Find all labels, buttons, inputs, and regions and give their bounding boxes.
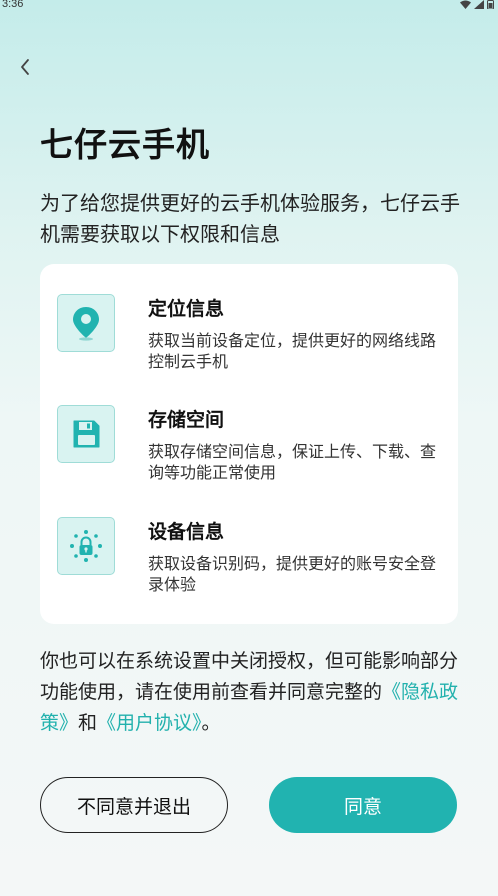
user-agreement-link[interactable]: 《用户协议》 xyxy=(97,712,202,734)
consent-text-and: 和 xyxy=(78,712,98,734)
permission-icon-box xyxy=(57,294,115,352)
agree-button[interactable]: 同意 xyxy=(269,777,457,833)
device-lock-icon xyxy=(70,530,102,562)
battery-icon xyxy=(487,0,494,9)
permission-desc: 获取当前设备定位，提供更好的网络线路控制云手机 xyxy=(148,331,437,371)
permission-title: 设备信息 xyxy=(148,521,225,543)
permission-item-location: 定位信息 获取当前设备定位，提供更好的网络线路控制云手机 xyxy=(57,264,437,371)
consent-text-end: 。 xyxy=(201,712,221,734)
signal-icon xyxy=(474,0,484,9)
permission-desc: 获取设备识别码，提供更好的账号安全登录体验 xyxy=(148,554,437,594)
page-title: 七仔云手机 xyxy=(40,125,210,164)
permission-item-device: 设备信息 获取设备识别码，提供更好的账号安全登录体验 xyxy=(57,487,437,594)
disagree-exit-button[interactable]: 不同意并退出 xyxy=(40,777,228,833)
consent-text: 你也可以在系统设置中关闭授权，但可能影响部分功能使用，请在使用前查看并同意完整的… xyxy=(40,646,460,739)
permission-title: 定位信息 xyxy=(148,298,225,320)
chevron-left-icon xyxy=(21,59,29,75)
location-pin-icon xyxy=(73,307,99,341)
permission-icon-box xyxy=(57,517,115,575)
status-icons xyxy=(460,0,494,9)
status-bar: 3:36 xyxy=(0,0,498,14)
intro-text: 为了给您提供更好的云手机体验服务，七仔云手机需要获取以下权限和信息 xyxy=(40,191,460,246)
permission-icon-box xyxy=(57,405,115,463)
back-button[interactable] xyxy=(14,55,36,79)
permission-item-storage: 存储空间 获取存储空间信息，保证上传、下载、查询等功能正常使用 xyxy=(57,375,437,482)
status-time: 3:36 xyxy=(2,0,24,10)
wifi-icon xyxy=(460,0,471,9)
floppy-disk-icon xyxy=(73,420,100,448)
permission-card: 定位信息 获取当前设备定位，提供更好的网络线路控制云手机 存储空间 获取存储空间… xyxy=(40,264,458,624)
permission-title: 存储空间 xyxy=(148,409,225,431)
permission-desc: 获取存储空间信息，保证上传、下载、查询等功能正常使用 xyxy=(148,442,437,482)
